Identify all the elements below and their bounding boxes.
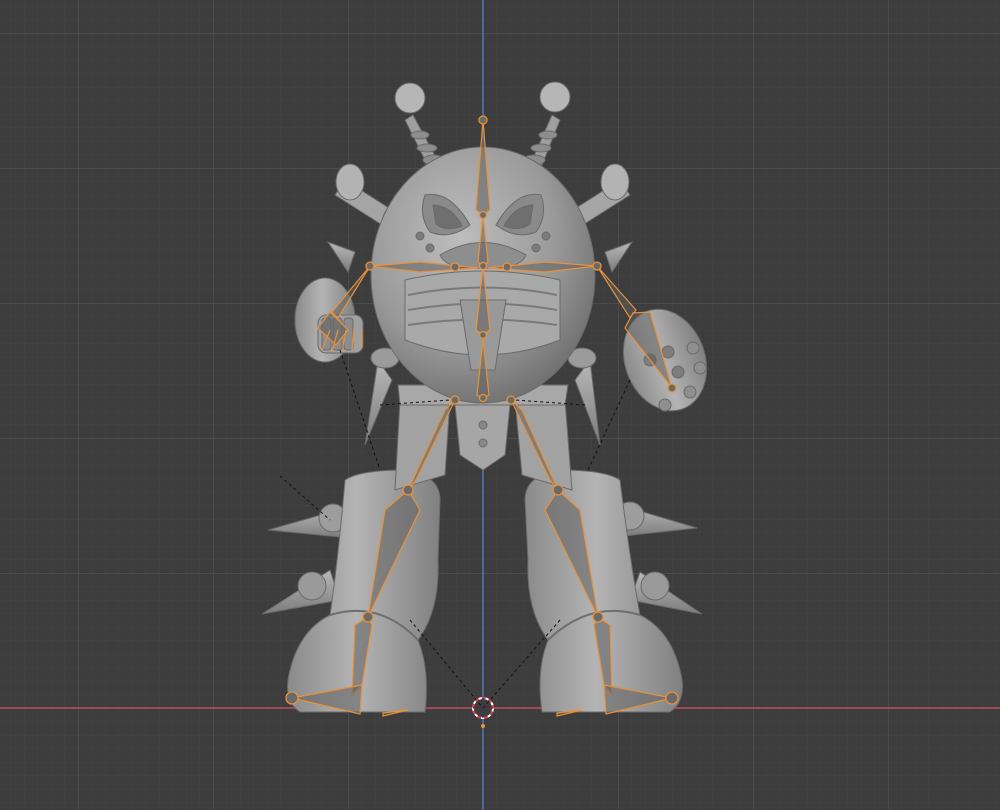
3d-viewport[interactable] xyxy=(0,0,1000,810)
